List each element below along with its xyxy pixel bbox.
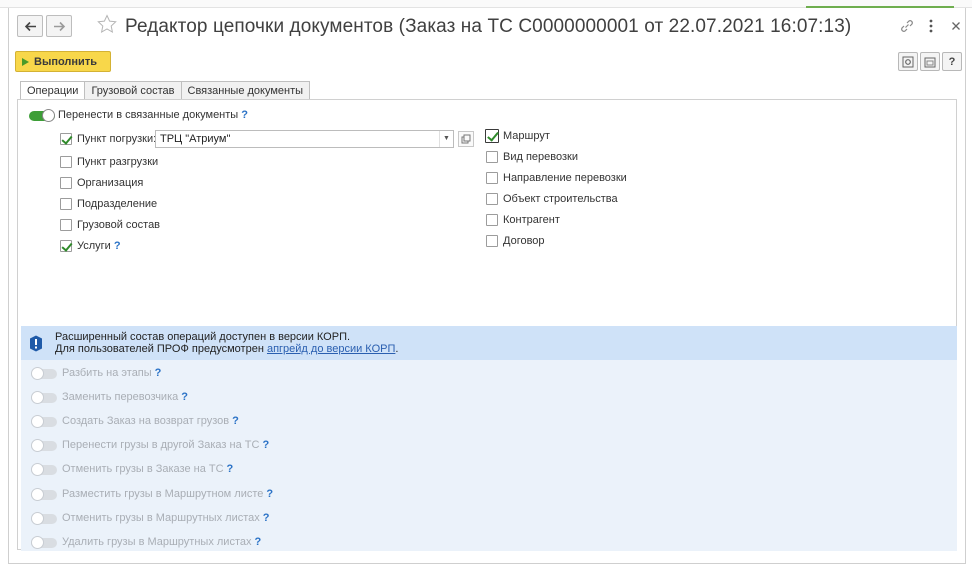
construction-object-checkbox[interactable]	[486, 193, 498, 205]
transport-type-label: Вид перевозки	[503, 151, 578, 163]
unloading-point-label: Пункт разгрузки	[77, 156, 159, 168]
cancel-in-route-sheets-label: Отменить грузы в Маршрутных листах?	[62, 512, 269, 524]
calendar-icon	[924, 57, 936, 67]
tab-operations[interactable]: Операции	[20, 81, 86, 100]
link-icon[interactable]	[899, 18, 915, 34]
move-cargo-text: Перенести грузы в другой Заказ на ТС	[62, 439, 260, 451]
contract-checkbox[interactable]	[486, 235, 498, 247]
play-icon	[22, 57, 29, 66]
corp-info-banner: Расширенный состав операций доступен в в…	[21, 326, 957, 360]
replace-carrier-help-icon[interactable]: ?	[181, 391, 188, 403]
place-in-route-sheet-toggle[interactable]	[31, 488, 57, 501]
tab-cargo[interactable]: Грузовой состав	[84, 81, 182, 100]
unloading-point-checkbox[interactable]	[60, 156, 72, 168]
place-in-route-sheet-text: Разместить грузы в Маршрутном листе	[62, 488, 264, 500]
create-return-order-text: Создать Заказ на возврат грузов	[62, 415, 230, 427]
replace-carrier-label: Заменить перевозчика?	[62, 391, 188, 403]
cancel-cargo-order-help-icon[interactable]: ?	[227, 463, 234, 475]
services-label-text: Услуги	[77, 240, 111, 252]
more-options-icon[interactable]	[928, 18, 934, 34]
services-checkbox[interactable]	[60, 240, 72, 252]
help-button[interactable]: ?	[942, 52, 962, 71]
corp-info-line1: Расширенный состав операций доступен в в…	[55, 331, 351, 343]
transport-direction-checkbox[interactable]	[486, 172, 498, 184]
split-stages-help-icon[interactable]: ?	[155, 367, 162, 379]
cargo-composition-label: Грузовой состав	[77, 219, 161, 231]
transport-type-checkbox[interactable]	[486, 151, 498, 163]
create-return-order-help-icon[interactable]: ?	[232, 415, 239, 427]
corp-info-suffix: .	[395, 343, 399, 355]
services-help-icon[interactable]: ?	[114, 240, 121, 252]
arrow-left-icon	[24, 21, 36, 31]
favorite-star-icon[interactable]	[96, 13, 118, 35]
transfer-toggle[interactable]	[29, 109, 55, 122]
transfer-label-text: Перенести в связанные документы	[58, 109, 239, 121]
subdivision-label: Подразделение	[77, 198, 158, 210]
cancel-cargo-order-label: Отменить грузы в Заказе на ТС?	[62, 463, 233, 475]
back-button[interactable]	[17, 15, 43, 37]
loading-point-input[interactable]: ТРЦ "Атриум" ▼	[155, 130, 454, 148]
replace-carrier-text: Заменить перевозчика	[62, 391, 179, 403]
split-stages-label: Разбить на этапы?	[62, 367, 161, 379]
transfer-help-icon[interactable]: ?	[241, 109, 248, 121]
move-cargo-toggle[interactable]	[31, 439, 57, 452]
run-button-label: Выполнить	[34, 55, 97, 68]
forward-button[interactable]	[46, 15, 72, 37]
delete-in-route-sheets-toggle[interactable]	[31, 536, 57, 549]
corp-info-text: Расширенный состав операций доступен в в…	[55, 331, 398, 355]
route-label: Маршрут	[503, 130, 550, 142]
move-cargo-help-icon[interactable]: ?	[262, 439, 269, 451]
delete-in-route-sheets-label: Удалить грузы в Маршрутных листах?	[62, 536, 261, 548]
open-form-icon	[461, 134, 471, 144]
top-strip	[0, 0, 972, 8]
place-in-route-sheet-label: Разместить грузы в Маршрутном листе?	[62, 488, 273, 500]
construction-object-label: Объект строительства	[503, 193, 618, 205]
open-loading-point-button[interactable]	[458, 131, 474, 147]
cancel-in-route-sheets-text: Отменить грузы в Маршрутных листах	[62, 512, 260, 524]
cancel-cargo-order-toggle[interactable]	[31, 463, 57, 476]
delete-in-route-sheets-help-icon[interactable]: ?	[254, 536, 261, 548]
replace-carrier-toggle[interactable]	[31, 391, 57, 404]
corp-info-prefix: Для пользователей ПРОФ предусмотрен	[55, 343, 267, 355]
transport-direction-label: Направление перевозки	[503, 172, 627, 184]
move-cargo-label: Перенести грузы в другой Заказ на ТС?	[62, 439, 269, 451]
counterparty-checkbox[interactable]	[486, 214, 498, 226]
split-stages-text: Разбить на этапы	[62, 367, 152, 379]
organization-checkbox[interactable]	[60, 177, 72, 189]
run-button[interactable]: Выполнить	[15, 51, 111, 72]
cancel-in-route-sheets-toggle[interactable]	[31, 512, 57, 525]
info-alert-icon	[30, 335, 42, 352]
loading-point-value: ТРЦ "Атриум"	[160, 133, 231, 145]
cargo-composition-checkbox[interactable]	[60, 219, 72, 231]
split-stages-toggle[interactable]	[31, 367, 57, 380]
loading-point-label: Пункт погрузки:	[77, 133, 157, 145]
create-return-order-toggle[interactable]	[31, 415, 57, 428]
upgrade-link[interactable]: апгрейд до версии КОРП	[267, 343, 395, 355]
chevron-down-icon[interactable]: ▼	[439, 131, 453, 147]
services-label: Услуги?	[77, 240, 121, 252]
organization-label: Организация	[77, 177, 144, 189]
tab-related-documents[interactable]: Связанные документы	[180, 81, 311, 100]
create-return-order-label: Создать Заказ на возврат грузов?	[62, 415, 239, 427]
arrow-right-icon	[53, 21, 65, 31]
counterparty-label: Контрагент	[503, 214, 560, 226]
subdivision-checkbox[interactable]	[60, 198, 72, 210]
corp-info-line2: Для пользователей ПРОФ предусмотрен апгр…	[55, 343, 398, 355]
calendar-button[interactable]	[920, 52, 940, 71]
cancel-in-route-sheets-help-icon[interactable]: ?	[263, 512, 270, 524]
loading-point-checkbox[interactable]	[60, 133, 72, 145]
settings-button[interactable]	[898, 52, 918, 71]
tab-bar: Операции Грузовой состав Связанные докум…	[20, 81, 311, 100]
cancel-cargo-order-text: Отменить грузы в Заказе на ТС	[62, 463, 224, 475]
place-in-route-sheet-help-icon[interactable]: ?	[266, 488, 273, 500]
transfer-label: Перенести в связанные документы?	[58, 109, 248, 121]
route-checkbox[interactable]	[485, 129, 499, 143]
contract-label: Договор	[503, 235, 545, 247]
close-icon[interactable]	[951, 21, 961, 31]
window-title: Редактор цепочки документов (Заказ на ТС…	[125, 16, 852, 37]
gear-icon	[902, 56, 914, 67]
delete-in-route-sheets-text: Удалить грузы в Маршрутных листах	[62, 536, 252, 548]
